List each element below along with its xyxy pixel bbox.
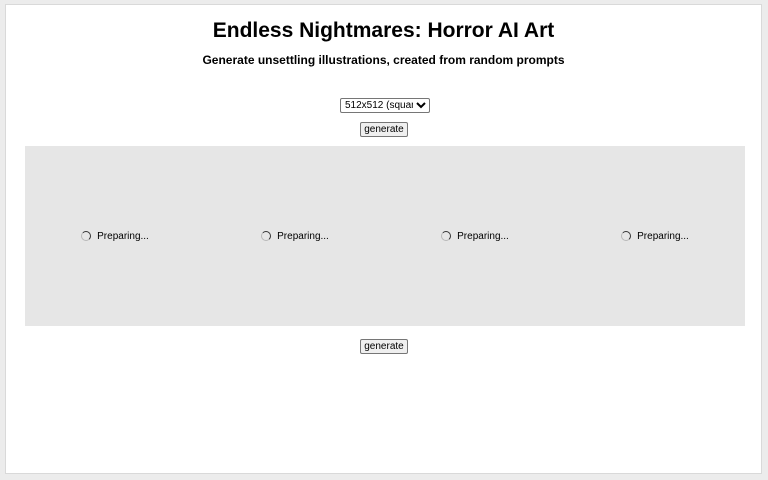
image-gallery: Preparing... Preparing... Preparing... P…: [25, 146, 745, 326]
image-slot: Preparing...: [25, 146, 205, 326]
loading-indicator: Preparing...: [81, 231, 149, 242]
spinner-icon: [261, 231, 272, 241]
spinner-icon: [81, 231, 92, 241]
image-size-select[interactable]: 512x512 (square): [340, 98, 430, 113]
loading-indicator: Preparing...: [261, 231, 329, 242]
generate-button-bottom[interactable]: generate: [360, 339, 408, 354]
page-subtitle: Generate unsettling illustrations, creat…: [202, 53, 565, 67]
spinner-icon: [441, 231, 452, 241]
spinner-icon: [621, 231, 632, 241]
loading-status: Preparing...: [277, 230, 329, 242]
generate-button-top[interactable]: generate: [360, 122, 408, 137]
loading-indicator: Preparing...: [441, 231, 509, 242]
image-slot: Preparing...: [205, 146, 385, 326]
loading-status: Preparing...: [97, 230, 149, 242]
loading-status: Preparing...: [637, 230, 689, 242]
image-slot: Preparing...: [565, 146, 745, 326]
image-slot: Preparing...: [385, 146, 565, 326]
page-title: Endless Nightmares: Horror AI Art: [212, 19, 555, 42]
loading-status: Preparing...: [457, 230, 509, 242]
page: Endless Nightmares: Horror AI Art Genera…: [5, 4, 762, 474]
loading-indicator: Preparing...: [621, 231, 689, 242]
